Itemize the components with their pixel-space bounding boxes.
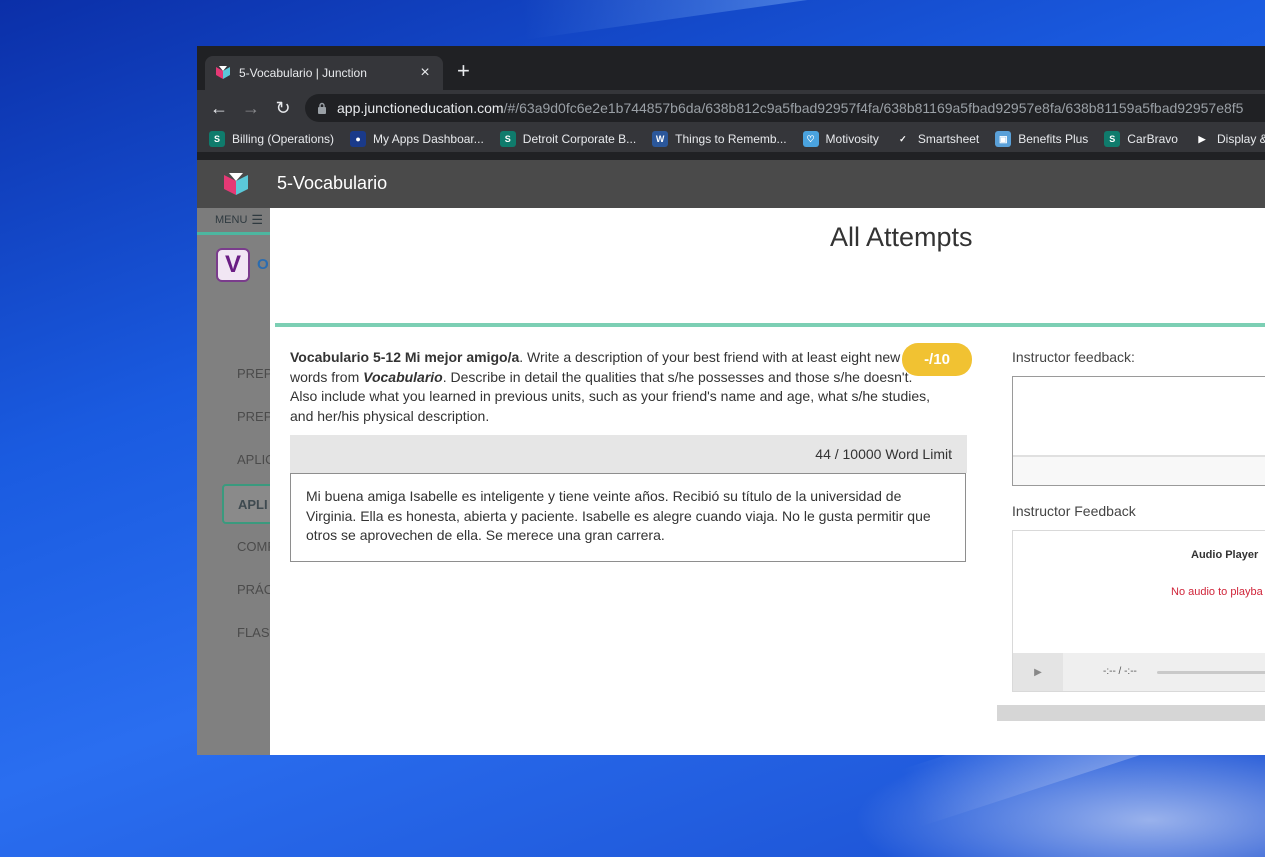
- bookmark-item[interactable]: ▣ Benefits Plus: [995, 131, 1088, 147]
- word-count: 44 / 10000 Word Limit: [815, 446, 952, 462]
- word-limit-bar: 44 / 10000 Word Limit: [290, 435, 967, 473]
- bookmark-label: My Apps Dashboar...: [373, 132, 484, 146]
- assignment-prompt: Vocabulario 5-12 Mi mejor amigo/a. Write…: [290, 348, 940, 426]
- brand-fragment: O: [257, 256, 269, 273]
- bookmark-item[interactable]: ✓ Smartsheet: [894, 131, 980, 147]
- reload-icon[interactable]: ↻: [272, 97, 294, 119]
- sidebar-item[interactable]: COMP: [237, 539, 270, 554]
- course-sidebar: MENU ☰ V O PREP PREP APLIC APLI COMP PRÁ…: [197, 208, 270, 755]
- student-response: Mi buena amiga Isabelle es inteligente y…: [290, 473, 966, 562]
- junction-logo-icon: [216, 66, 230, 79]
- back-arrow-icon[interactable]: ←: [208, 97, 230, 119]
- audio-progress-track[interactable]: [1157, 671, 1265, 674]
- hamburger-icon: ☰: [251, 212, 264, 227]
- audio-player-message: No audio to playba: [1171, 586, 1263, 598]
- modal-title: All Attempts: [830, 222, 973, 252]
- prompt-title: Vocabulario 5-12 Mi mejor amigo/a: [290, 349, 520, 365]
- sidebar-item[interactable]: FLAS: [237, 625, 270, 640]
- bookmark-item[interactable]: S CarBravo: [1104, 131, 1178, 147]
- tab-title: 5-Vocabulario | Junction: [239, 66, 367, 80]
- textbox-footer: [1013, 457, 1265, 485]
- word-icon: W: [652, 131, 669, 147]
- bookmark-item[interactable]: S Billing (Operations): [209, 131, 334, 147]
- menu-label: MENU: [215, 214, 248, 226]
- bookmark-label: Motivosity: [825, 132, 879, 146]
- play-icon[interactable]: ▶: [1013, 653, 1063, 691]
- url-path: /#/63a9d0fc6e2e1b744857b6da/638b812c9a5f…: [503, 100, 1244, 116]
- modal-divider: [275, 323, 1265, 327]
- sidebar-item-active[interactable]: APLI: [222, 484, 270, 524]
- bookmark-label: Detroit Corporate B...: [522, 132, 637, 146]
- sidebar-item[interactable]: PREP: [237, 409, 270, 424]
- browser-toolbar: ← → ↻ app.junctioneducation.com/#/63a9d0…: [197, 90, 1265, 126]
- benefits-icon: ▣: [995, 131, 1012, 147]
- sharepoint-icon: S: [209, 131, 225, 147]
- bookmark-item[interactable]: ▶ Display &: [1193, 131, 1265, 147]
- tab-strip: 5-Vocabulario | Junction × +: [197, 46, 1265, 90]
- bookmark-label: Display &: [1216, 132, 1265, 146]
- bookmarks-bar: S Billing (Operations) ● My Apps Dashboar..…: [197, 126, 1265, 152]
- menu-button[interactable]: MENU ☰: [197, 208, 270, 235]
- myapps-icon: ●: [350, 131, 367, 147]
- bookmark-item[interactable]: ♡ Motivosity: [802, 131, 879, 147]
- instructor-audio-feedback-label: Instructor Feedback: [1012, 503, 1136, 519]
- smartsheet-icon: ✓: [894, 131, 911, 147]
- bookmark-label: Smartsheet: [917, 132, 980, 146]
- wallpaper-streak: [520, 0, 1041, 40]
- audio-player-title: Audio Player: [1191, 549, 1259, 561]
- sharepoint-icon: S: [1104, 131, 1121, 147]
- bookmark-label: Things to Rememb...: [675, 132, 787, 146]
- bookmark-label: Benefits Plus: [1018, 132, 1089, 146]
- sidebar-item[interactable]: PREP: [237, 366, 270, 381]
- bookmark-item[interactable]: S Detroit Corporate B...: [499, 131, 637, 147]
- app-header: 5-Vocabulario: [197, 160, 1265, 208]
- new-tab-button[interactable]: +: [457, 60, 470, 82]
- bookmark-item[interactable]: W Things to Rememb...: [652, 131, 787, 147]
- audio-time: -:-- / -:--: [1103, 666, 1137, 677]
- instructor-feedback-label: Instructor feedback:: [1012, 349, 1135, 365]
- bookmark-label: CarBravo: [1127, 132, 1178, 146]
- sidebar-item[interactable]: APLIC: [237, 452, 270, 467]
- audio-controls: ▶ -:-- / -:--: [1013, 653, 1265, 691]
- display-icon: ▶: [1193, 131, 1210, 147]
- score-badge: -/10: [902, 343, 972, 376]
- url-host: app.junctioneducation.com: [337, 100, 504, 116]
- vista-logo: V: [216, 248, 250, 282]
- audio-player: Audio Player No audio to playba ▶ -:-- /…: [1012, 530, 1265, 692]
- browser-tab[interactable]: 5-Vocabulario | Junction ×: [205, 56, 443, 90]
- page-content-behind: [270, 208, 1265, 218]
- address-bar[interactable]: app.junctioneducation.com/#/63a9d0fc6e2e…: [305, 94, 1265, 122]
- sharepoint-icon: S: [499, 131, 516, 147]
- forward-arrow-icon[interactable]: →: [240, 97, 262, 119]
- bookmark-item[interactable]: ● My Apps Dashboar...: [350, 131, 484, 147]
- all-attempts-modal: All Attempts Vocabulario 5-12 Mi mejor a…: [270, 218, 1265, 755]
- motivosity-icon: ♡: [802, 131, 819, 147]
- junction-logo-icon: [224, 173, 248, 195]
- app-title: 5-Vocabulario: [277, 173, 388, 193]
- lock-icon: [318, 102, 326, 114]
- sidebar-item[interactable]: PRÁC: [237, 582, 270, 597]
- prompt-italic: Vocabulario: [363, 368, 443, 385]
- close-tab-icon[interactable]: ×: [417, 64, 433, 82]
- instructor-feedback-textbox[interactable]: [1012, 376, 1265, 486]
- sidebar-active-label: APLI: [238, 497, 268, 512]
- horizontal-scrollbar[interactable]: [997, 705, 1265, 721]
- bookmark-label: Billing (Operations): [232, 132, 335, 146]
